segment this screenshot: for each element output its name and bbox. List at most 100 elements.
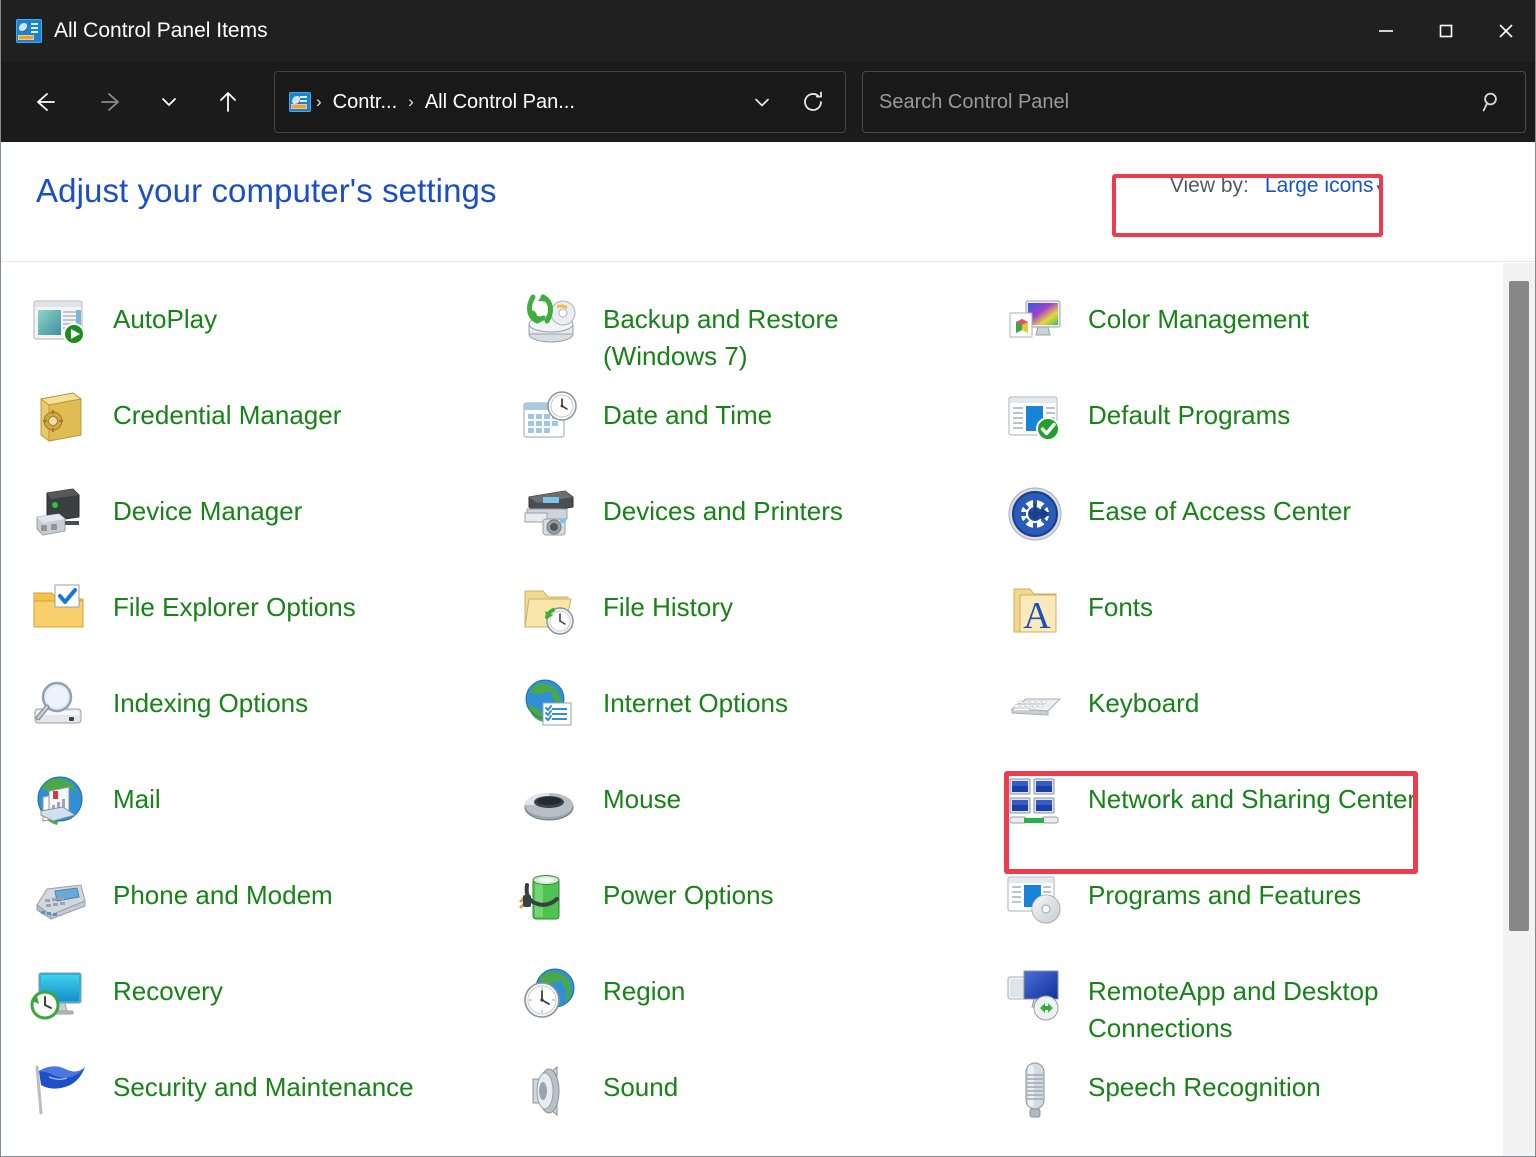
- control-panel-item-sound[interactable]: Sound: [515, 1051, 1000, 1147]
- item-label: Mouse: [603, 784, 682, 814]
- control-panel-item-mouse[interactable]: Mouse: [515, 763, 1000, 859]
- speech-recognition-icon: [1004, 1059, 1066, 1121]
- search-icon[interactable]: [1475, 80, 1509, 124]
- devices-and-printers-icon: [519, 483, 581, 545]
- scrollbar-thumb[interactable]: [1509, 281, 1529, 931]
- sound-icon: [519, 1059, 581, 1121]
- control-panel-item-devices-and-printers[interactable]: Devices and Printers: [515, 475, 1000, 571]
- indexing-options-icon: [29, 675, 91, 737]
- window-controls: [1356, 0, 1536, 62]
- control-panel-item-ease-of-access-center[interactable]: Ease of Access Center: [1000, 475, 1500, 571]
- control-panel-item-recovery[interactable]: Recovery: [25, 955, 515, 1051]
- item-label: Recovery: [113, 976, 223, 1006]
- up-arrow-icon[interactable]: [204, 78, 252, 126]
- ease-of-access-center-icon: [1004, 483, 1066, 545]
- control-panel-item-phone-and-modem[interactable]: Phone and Modem: [25, 859, 515, 955]
- breadcrumb-item-control-panel[interactable]: Contr...: [327, 87, 403, 118]
- fonts-icon: A: [1004, 579, 1066, 641]
- control-panel-window: All Control Panel Items › Contr... › All…: [0, 0, 1536, 1157]
- control-panel-item-device-manager[interactable]: Device Manager: [25, 475, 515, 571]
- autoplay-icon: [29, 291, 91, 353]
- navigation-bar: › Contr... › All Control Pan...: [0, 62, 1536, 142]
- item-label: Device Manager: [113, 496, 303, 526]
- control-panel-item-autoplay[interactable]: AutoPlay: [25, 283, 515, 379]
- device-manager-icon: [29, 483, 91, 545]
- item-label: Default Programs: [1088, 400, 1291, 430]
- phone-and-modem-icon: [29, 867, 91, 929]
- item-label: Internet Options: [603, 688, 788, 718]
- item-label: File Explorer Options: [113, 592, 356, 622]
- control-panel-item-security-and-maintenance[interactable]: Security and Maintenance: [25, 1051, 515, 1147]
- default-programs-icon: [1004, 387, 1066, 449]
- control-panel-item-power-options[interactable]: Power Options: [515, 859, 1000, 955]
- control-panel-item-internet-options[interactable]: Internet Options: [515, 667, 1000, 763]
- title-bar-left: All Control Panel Items: [0, 19, 1356, 43]
- address-chevron-down-icon[interactable]: [743, 80, 781, 124]
- remoteapp-and-desktop-connections-icon: [1004, 963, 1066, 1025]
- item-label: RemoteApp and Desktop Connections: [1088, 976, 1379, 1043]
- forward-arrow-icon[interactable]: [88, 78, 136, 126]
- item-label: Fonts: [1088, 592, 1154, 622]
- item-label: Ease of Access Center: [1088, 496, 1352, 526]
- refresh-icon[interactable]: [791, 80, 835, 124]
- control-panel-icon: [16, 19, 42, 43]
- programs-and-features-icon: [1004, 867, 1066, 929]
- control-panel-item-default-programs[interactable]: Default Programs: [1000, 379, 1500, 475]
- control-panel-item-speech-recognition[interactable]: Speech Recognition: [1000, 1051, 1500, 1147]
- date-and-time-icon: [519, 387, 581, 449]
- close-button[interactable]: [1476, 0, 1536, 62]
- minimize-button[interactable]: [1356, 0, 1416, 62]
- view-by-control[interactable]: View by: Large icons ▾: [1170, 174, 1383, 198]
- control-panel-item-date-and-time[interactable]: Date and Time: [515, 379, 1000, 475]
- region-icon: [519, 963, 581, 1025]
- control-panel-item-indexing-options[interactable]: Indexing Options: [25, 667, 515, 763]
- control-panel-item-keyboard[interactable]: Keyboard: [1000, 667, 1500, 763]
- item-label: Security and Maintenance: [113, 1072, 414, 1102]
- item-label: Backup and Restore (Windows 7): [603, 304, 839, 371]
- breadcrumb-item-all-control-panel-items[interactable]: All Control Pan...: [419, 87, 581, 118]
- control-panel-item-credential-manager[interactable]: Credential Manager: [25, 379, 515, 475]
- power-options-icon: [519, 867, 581, 929]
- network-and-sharing-center-icon: [1004, 771, 1066, 833]
- recent-locations-chevron-down-icon[interactable]: [150, 78, 188, 126]
- item-label: Sound: [603, 1072, 679, 1102]
- item-label: File History: [603, 592, 734, 622]
- security-and-maintenance-icon: [29, 1059, 91, 1121]
- control-panel-item-region[interactable]: Region: [515, 955, 1000, 1051]
- file-history-icon: [519, 579, 581, 641]
- item-label: Speech Recognition: [1088, 1072, 1321, 1102]
- items-grid: AutoPlay Backup and Restore (Windows 7): [1, 263, 1502, 1147]
- control-panel-item-programs-and-features[interactable]: Programs and Features: [1000, 859, 1500, 955]
- address-bar[interactable]: › Contr... › All Control Pan...: [274, 71, 846, 133]
- recovery-icon: [29, 963, 91, 1025]
- page-title: Adjust your computer's settings: [36, 172, 497, 209]
- control-panel-item-backup-and-restore[interactable]: Backup and Restore (Windows 7): [515, 283, 1000, 379]
- backup-and-restore-icon: [519, 291, 581, 353]
- back-arrow-icon[interactable]: [20, 78, 68, 126]
- control-panel-item-color-management[interactable]: Color Management: [1000, 283, 1500, 379]
- breadcrumb-separator-1: ›: [316, 92, 322, 111]
- item-label: Region: [603, 976, 686, 1006]
- svg-text:A: A: [1023, 595, 1051, 637]
- search-input[interactable]: [879, 90, 1475, 114]
- view-by-dropdown[interactable]: Large icons ▾: [1265, 174, 1383, 198]
- mail-icon: [29, 771, 91, 833]
- item-label: Devices and Printers: [603, 496, 843, 526]
- item-label: Credential Manager: [113, 400, 342, 430]
- control-panel-item-fonts[interactable]: A Fonts: [1000, 571, 1500, 667]
- control-panel-item-file-explorer-options[interactable]: File Explorer Options: [25, 571, 515, 667]
- search-box[interactable]: [862, 71, 1526, 133]
- item-label: Date and Time: [603, 400, 773, 430]
- view-by-label: View by:: [1169, 174, 1249, 197]
- control-panel-item-file-history[interactable]: File History: [515, 571, 1000, 667]
- control-panel-item-network-and-sharing-center[interactable]: Network and Sharing Center: [1000, 763, 1500, 859]
- maximize-button[interactable]: [1416, 0, 1476, 62]
- item-label: Programs and Features: [1088, 880, 1362, 910]
- control-panel-items-list: AutoPlay Backup and Restore (Windows 7): [1, 263, 1502, 1156]
- control-panel-item-remoteapp-and-desktop-connections[interactable]: RemoteApp and Desktop Connections: [1000, 955, 1500, 1051]
- color-management-icon: [1004, 291, 1066, 353]
- vertical-scrollbar[interactable]: [1503, 263, 1535, 1156]
- page-header: Adjust your computer's settings View by:…: [0, 142, 1536, 262]
- control-panel-item-mail[interactable]: Mail: [25, 763, 515, 859]
- item-label: Color Management: [1088, 304, 1310, 334]
